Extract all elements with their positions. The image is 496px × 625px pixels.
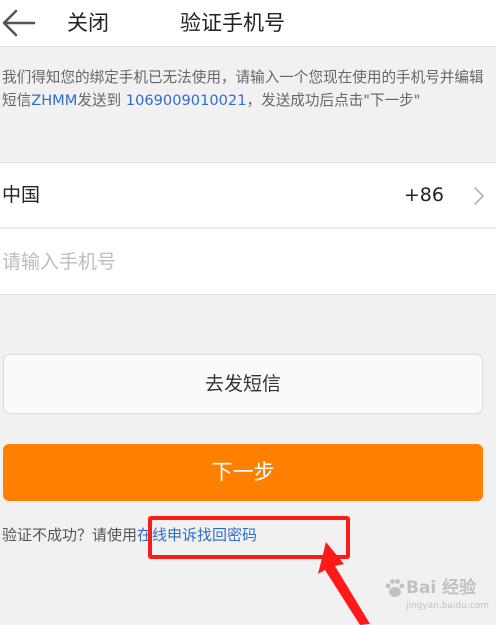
top-navigation-bar: 关闭 验证手机号 [0, 0, 496, 47]
sms-number: 1069009010021 [125, 92, 247, 109]
paw-icon [385, 579, 405, 597]
next-step-button[interactable]: 下一步 [3, 444, 483, 501]
instruction-part-2: 发送到 [77, 92, 122, 109]
close-button[interactable]: 关闭 [67, 8, 109, 38]
annotation-arrow-icon [318, 542, 370, 625]
country-selector[interactable]: 中国 +86 [0, 162, 496, 228]
instruction-part-3: ，发送成功后点击"下一步" [246, 92, 421, 109]
sms-keyword: ZHMM [31, 92, 78, 109]
arrow-left-icon[interactable] [0, 6, 40, 40]
page-title: 验证手机号 [180, 11, 285, 35]
watermark-text: Bai 经验 [406, 578, 477, 598]
country-code: +86 [403, 184, 444, 206]
phone-number-input[interactable] [0, 229, 496, 295]
phone-row [0, 229, 496, 295]
instruction-text: 我们得知您的绑定手机已无法使用，请输入一个您现在使用的手机号并编辑短信ZHMM发… [2, 66, 492, 112]
country-name: 中国 [2, 184, 41, 206]
watermark: Bai 经验 jingyan.baidu.com [384, 575, 489, 619]
send-sms-button[interactable]: 去发短信 [3, 354, 483, 414]
watermark-url: jingyan.baidu.com [406, 601, 490, 611]
help-prefix: 验证不成功？请使用 [2, 526, 138, 544]
chevron-right-icon [474, 187, 484, 205]
